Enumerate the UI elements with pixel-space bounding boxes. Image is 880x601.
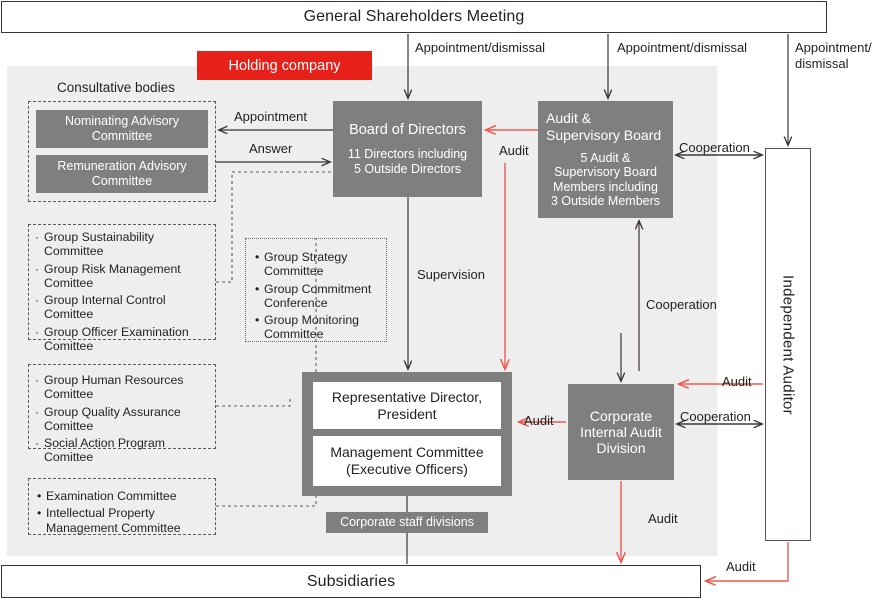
- list-item: • Group Strategy Committee: [255, 250, 348, 279]
- audit-supervisory-board-detail: 5 Audit & Supervisory Board Members incl…: [550, 150, 661, 209]
- edge-label-appointment-dismissal-1: Appointment/dismissal: [415, 40, 546, 55]
- edge-label-cooperation-mid: Cooperation: [646, 297, 717, 312]
- bullet-icon: ·: [35, 261, 40, 276]
- nominating-advisory-committee-box: Nominating Advisory Committee: [36, 110, 208, 148]
- general-shareholders-meeting-label: General Shareholders Meeting: [303, 8, 525, 25]
- edge-label-cooperation-audit: Cooperation: [680, 409, 751, 424]
- remuneration-advisory-committee-label: Remuneration Advisory Committee: [57, 159, 187, 188]
- bullet-icon: ·: [35, 404, 40, 419]
- corporate-internal-audit-division-box: Corporate Internal Audit Division: [568, 384, 674, 480]
- bullet-icon: •: [255, 250, 260, 264]
- edge-label-appointment-dismissal-3: Appointment/ dismissal: [795, 40, 872, 71]
- board-of-directors-box: Board of Directors 11 Directors includin…: [333, 101, 482, 197]
- list-item: • Group Monitoring Committee: [255, 313, 360, 342]
- audit-supervisory-board-box: Audit & Supervisory Board 5 Audit & Supe…: [538, 101, 673, 218]
- remuneration-advisory-committee-box: Remuneration Advisory Committee: [36, 155, 208, 193]
- group-governance-committee-list: · Group Sustainability Committee · Group R…: [28, 224, 216, 356]
- holding-company-banner: Holding company: [197, 51, 372, 80]
- subsidiaries-label: Subsidiaries: [306, 572, 396, 590]
- edge-label-audit-board: Audit: [499, 143, 529, 158]
- nominating-advisory-committee-label: Nominating Advisory Committee: [65, 114, 179, 143]
- corporate-internal-audit-division-title: Corporate Internal Audit Division: [580, 407, 662, 457]
- bullet-icon: •: [37, 506, 42, 521]
- group-strategy-committee-list: • Group Strategy Committee • Group Commitm…: [248, 244, 388, 345]
- edge-label-appointment-dismissal-2: Appointment/dismissal: [617, 40, 748, 55]
- bullet-icon: ·: [35, 373, 40, 387]
- group-operations-committee-list: · Group Human Resources Comittee · Group Q…: [28, 367, 216, 468]
- board-of-directors-title: Board of Directors: [349, 121, 466, 138]
- list-item: · Group Risk Management Comittee: [35, 261, 181, 290]
- list-item: • Intellectual Property Management Commit…: [37, 506, 181, 535]
- edge-label-appointment: Appointment: [234, 109, 307, 124]
- audit-supervisory-board-title: Audit & Supervisory Board: [546, 110, 662, 143]
- board-of-directors-detail: 11 Directors including 5 Outside Directo…: [347, 147, 468, 176]
- list-item: · Group Sustainability Committee: [35, 230, 155, 259]
- bullet-icon: ·: [35, 324, 40, 339]
- representative-director-label: Representative Director, President: [331, 388, 483, 422]
- edge-label-audit-subsidiaries: Audit: [648, 511, 678, 526]
- representative-director-box: Representative Director, President: [313, 382, 501, 429]
- list-item: · Group Human Resources Comittee: [35, 373, 184, 402]
- edge-label-audit-internal-audit: Audit: [722, 374, 752, 389]
- management-committee-box: Management Committee (Executive Officers…: [313, 436, 501, 486]
- list-item: · Group Quality Assurance Comittee: [35, 404, 181, 433]
- governance-diagram: General Shareholders Meeting Subsidiarie…: [0, 0, 880, 601]
- other-committee-list: • Examination Committee • Intellectual Pro…: [30, 483, 218, 538]
- general-shareholders-meeting-box: General Shareholders Meeting: [1, 1, 827, 33]
- list-item: • Examination Committee: [37, 489, 177, 503]
- corporate-staff-divisions-box: Corporate staff divisions: [326, 512, 488, 533]
- list-item: · Group Internal Control Comittee: [35, 293, 166, 322]
- management-committee-label: Management Committee (Executive Officers…: [330, 444, 484, 477]
- bullet-icon: ·: [35, 293, 40, 307]
- edge-label-cooperation-top: Cooperation: [679, 140, 750, 155]
- edge-label-answer: Answer: [249, 141, 293, 156]
- edge-label-audit-auditor-subsidiaries: Audit: [726, 559, 756, 574]
- subsidiaries-box: Subsidiaries: [1, 565, 701, 598]
- holding-company-label: Holding company: [228, 57, 341, 74]
- bullet-icon: ·: [35, 230, 40, 244]
- bullet-icon: •: [255, 281, 260, 296]
- independent-auditor-box: Independent Auditor: [765, 148, 811, 541]
- edge-label-audit-executive: Audit: [524, 413, 554, 428]
- bullet-icon: ·: [35, 436, 40, 450]
- list-item: · Social Action Program Comittee: [35, 436, 165, 465]
- bullet-icon: •: [255, 313, 260, 327]
- corporate-staff-divisions-label: Corporate staff divisions: [340, 515, 474, 530]
- list-item: • Group Commitment Conference: [255, 281, 372, 310]
- edge-label-supervision: Supervision: [417, 267, 485, 282]
- bullet-icon: •: [37, 489, 42, 503]
- consultative-bodies-label: Consultative bodies: [57, 80, 175, 95]
- list-item: · Group Officer Examination Comittee: [35, 324, 189, 353]
- independent-auditor-label: Independent Auditor: [779, 274, 797, 415]
